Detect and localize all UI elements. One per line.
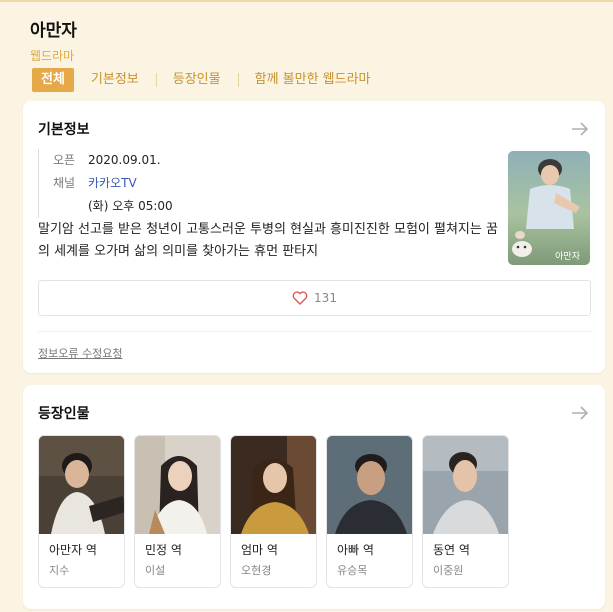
report-error-link[interactable]: 정보오류 수정요청: [38, 345, 122, 361]
character-card[interactable]: 동연 역 이중원: [422, 435, 509, 588]
character-photo: [135, 436, 220, 534]
open-date-row: 오픈 2020.09.01.: [53, 149, 173, 172]
character-card[interactable]: 민정 역 이설: [134, 435, 221, 588]
divider: [38, 331, 591, 332]
page-header: 아만자 웹드라마: [30, 20, 603, 64]
character-list: 아만자 역 지수 민정 역 이설 엄마 역 오현경 아빠 역 유승목 동연 역 …: [38, 435, 509, 588]
tab-all[interactable]: 전체: [32, 68, 74, 92]
character-card[interactable]: 아빠 역 유승목: [326, 435, 413, 588]
tab-basic-info[interactable]: 기본정보: [74, 68, 156, 92]
heart-icon: [292, 291, 308, 305]
character-photo: [327, 436, 412, 534]
broadcast-schedule: (화) 오후 05:00: [88, 199, 173, 213]
channel-row: 채널 카카오TV: [53, 172, 173, 195]
info-meta: 오픈 2020.09.01. 채널 카카오TV (화) 오후 05:00: [38, 149, 173, 218]
characters-title: 등장인물: [38, 406, 90, 422]
top-rule: [0, 0, 613, 2]
character-card[interactable]: 엄마 역 오현경: [230, 435, 317, 588]
character-role: 아만자 역: [49, 543, 97, 557]
arrow-right-icon[interactable]: [570, 119, 590, 139]
channel-key: 채널: [53, 176, 76, 190]
arrow-right-icon[interactable]: [570, 403, 590, 423]
tab-recommended[interactable]: 함께 볼만한 웹드라마: [237, 68, 388, 92]
character-actor: 이중원: [433, 564, 464, 577]
character-actor: 이설: [145, 564, 166, 577]
character-card[interactable]: 아만자 역 지수: [38, 435, 125, 588]
page-title: 아만자: [30, 21, 77, 41]
character-role: 민정 역: [145, 543, 182, 557]
basic-info-card: 기본정보 오픈 2020.09.01. 채널 카카오TV (화) 오후 05:0…: [23, 101, 605, 373]
synopsis-text: 말기암 선고를 받은 청년이 고통스러운 투병의 현실과 흥미진진한 모험이 펼…: [38, 222, 498, 259]
basic-info-title: 기본정보: [38, 122, 90, 138]
character-actor: 유승목: [337, 564, 368, 577]
tab-characters[interactable]: 등장인물: [155, 68, 238, 92]
character-actor: 오현경: [241, 564, 272, 577]
poster-image[interactable]: 아만자: [508, 151, 590, 265]
character-photo: [39, 436, 124, 534]
like-button[interactable]: 131: [38, 280, 591, 316]
character-role: 동연 역: [433, 543, 470, 557]
poster-caption: 아만자: [555, 251, 581, 262]
character-role: 아빠 역: [337, 543, 374, 557]
character-photo: [231, 436, 316, 534]
characters-card: 등장인물 아만자 역 지수 민정 역 이설 엄마 역 오현경 아빠 역 유승목 …: [23, 385, 605, 609]
genre-label[interactable]: 웹드라마: [30, 48, 603, 64]
character-role: 엄마 역: [241, 543, 278, 557]
character-photo: [423, 436, 508, 534]
character-actor: 지수: [49, 564, 70, 577]
open-date-value: 2020.09.01.: [88, 153, 161, 167]
like-count: 131: [314, 291, 337, 305]
open-date-key: 오픈: [53, 153, 76, 167]
channel-link[interactable]: 카카오TV: [88, 172, 137, 195]
tab-bar: 전체 기본정보 등장인물 함께 볼만한 웹드라마: [32, 68, 388, 92]
